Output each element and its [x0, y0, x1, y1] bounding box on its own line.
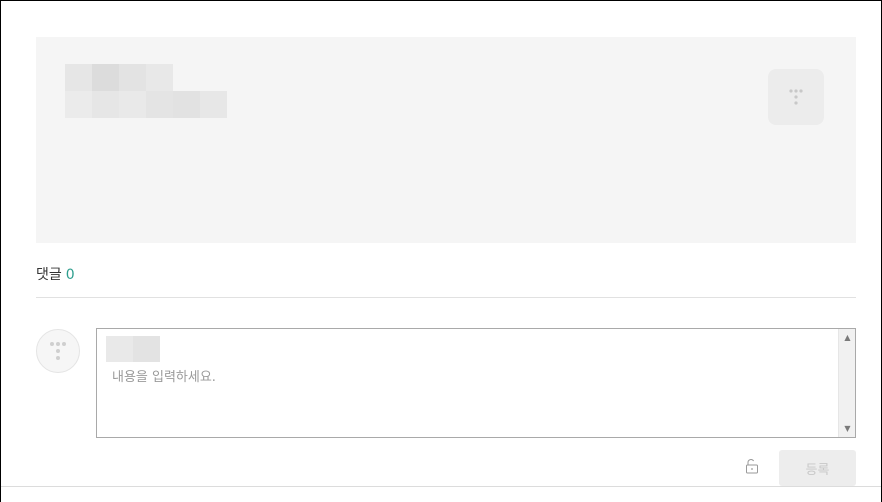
comment-placeholder: 내용을 입력하세요. [112, 370, 216, 385]
submit-button[interactable]: 등록 [779, 450, 856, 486]
tistory-avatar-icon [50, 342, 66, 360]
author-card [36, 37, 856, 243]
comment-header: 댓글 0 [36, 264, 75, 284]
avatar [36, 329, 80, 373]
divider [1, 486, 881, 487]
divider [36, 297, 856, 298]
scroll-down-arrow-icon[interactable]: ▼ [839, 420, 856, 437]
comment-count: 0 [65, 267, 75, 283]
comment-textarea[interactable]: 내용을 입력하세요. ▲ ▼ [96, 328, 856, 438]
blurred-commenter-name [106, 336, 160, 362]
blurred-blog-description [65, 91, 227, 118]
blurred-blog-title [65, 64, 173, 91]
scroll-up-arrow-icon[interactable]: ▲ [839, 329, 856, 346]
tistory-logo-icon[interactable] [768, 69, 824, 125]
textarea-scrollbar[interactable]: ▲ ▼ [838, 329, 855, 437]
comment-label: 댓글 [36, 267, 62, 283]
unlock-icon[interactable] [744, 458, 760, 474]
